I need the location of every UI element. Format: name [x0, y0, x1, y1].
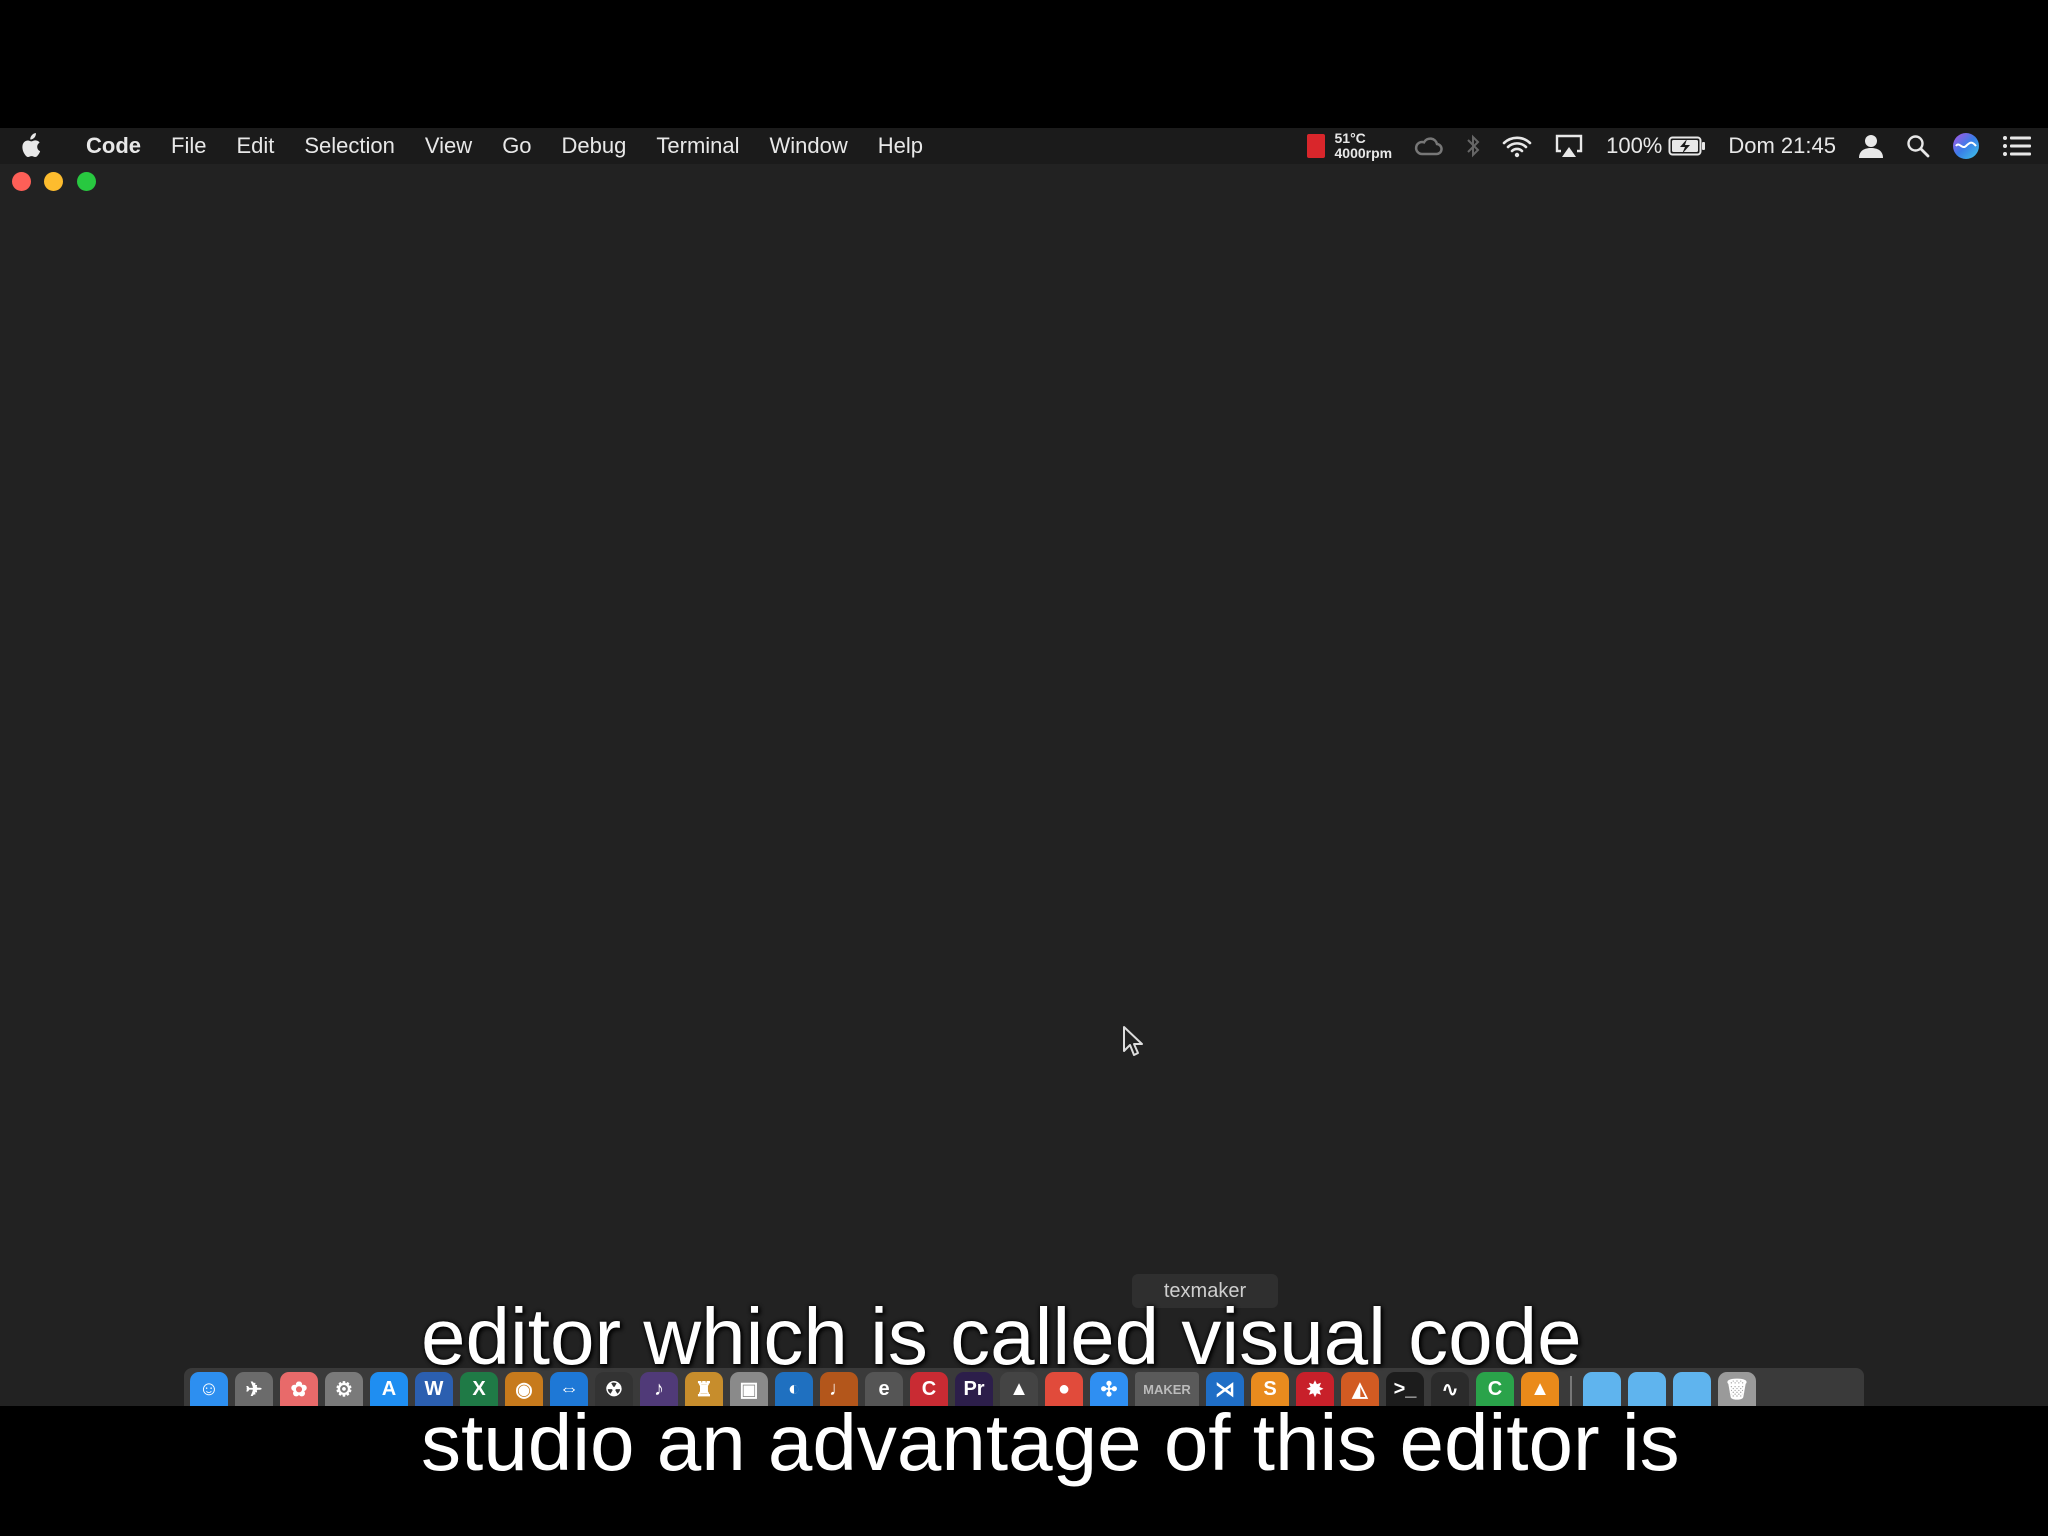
vscode-screen: Code File Edit Selection View Go Debug T…	[0, 128, 2048, 1406]
notification-center-icon[interactable]	[2002, 128, 2032, 164]
battery-icon	[1668, 136, 1706, 156]
battery-percent: 100%	[1606, 133, 1663, 158]
temperature-value: 51°C	[1334, 130, 1366, 146]
mouse-cursor-icon	[1122, 1025, 1144, 1062]
airplay-icon[interactable]	[1554, 128, 1584, 164]
menu-view[interactable]: View	[410, 128, 487, 164]
window-close-button[interactable]	[12, 172, 31, 191]
creative-cloud-icon[interactable]	[1414, 128, 1444, 164]
fan-speed-value: 4000rpm	[1334, 145, 1393, 161]
window-minimize-button[interactable]	[44, 172, 63, 191]
apple-menu-icon[interactable]	[0, 128, 60, 164]
cpu-chip-icon	[1306, 134, 1325, 158]
temperature-monitor[interactable]: 51°C 4000rpm	[1306, 128, 1393, 164]
user-icon[interactable]	[1858, 128, 1884, 164]
menu-file[interactable]: File	[156, 128, 221, 164]
spotlight-search-icon[interactable]	[1906, 128, 1930, 164]
menubar-clock[interactable]: Dom 21:45	[1728, 128, 1836, 164]
menu-app-name[interactable]: Code	[60, 128, 156, 164]
video-subtitles: editor which is called visual code studi…	[0, 1284, 2048, 1496]
menu-terminal[interactable]: Terminal	[641, 128, 754, 164]
menu-edit[interactable]: Edit	[221, 128, 289, 164]
menu-window[interactable]: Window	[755, 128, 863, 164]
subtitle-line-1: editor which is called visual code	[421, 1292, 1582, 1381]
menu-bar: Code File Edit Selection View Go Debug T…	[0, 128, 2048, 164]
siri-icon[interactable]	[1952, 128, 1980, 164]
menu-go[interactable]: Go	[487, 128, 546, 164]
window-maximize-button[interactable]	[77, 172, 96, 191]
bluetooth-icon[interactable]	[1466, 128, 1480, 164]
wifi-icon[interactable]	[1502, 128, 1532, 164]
menu-selection[interactable]: Selection	[289, 128, 410, 164]
battery-status[interactable]: 100%	[1606, 128, 1706, 164]
menu-debug[interactable]: Debug	[547, 128, 642, 164]
menu-help[interactable]: Help	[863, 128, 938, 164]
subtitle-line-2: studio an advantage of this editor is	[421, 1398, 1680, 1487]
